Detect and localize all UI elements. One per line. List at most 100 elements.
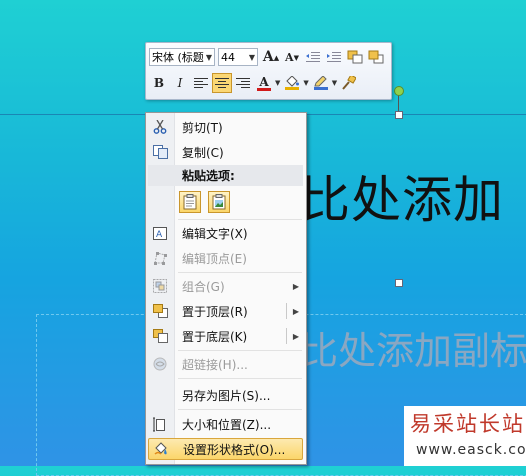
align-left-button[interactable] <box>191 73 211 93</box>
align-right-icon <box>236 78 250 88</box>
chevron-right-icon[interactable]: ▶ <box>293 307 299 316</box>
chevron-down-icon: ▼ <box>205 52 212 62</box>
menu-item-format-shape[interactable]: 设置形状格式(O)... <box>148 438 303 460</box>
chevron-right-icon[interactable]: ▶ <box>293 332 299 341</box>
rotation-handle[interactable] <box>394 86 404 96</box>
menu-item-label: 设置形状格式(O)... <box>183 442 286 457</box>
chevron-right-icon: ▶ <box>292 281 299 291</box>
menu-item-label: 编辑文字(X) <box>182 226 248 241</box>
format-shape-icon <box>149 439 173 459</box>
resize-handle-bottom[interactable] <box>395 279 403 287</box>
title-placeholder-text[interactable]: 比处添加 <box>300 160 504 232</box>
bring-forward-button[interactable] <box>345 47 365 67</box>
align-center-button[interactable] <box>212 73 232 93</box>
increase-indent-button[interactable] <box>324 47 344 67</box>
menu-separator <box>178 350 302 351</box>
watermark: 易采站长站 www.easck.com <box>404 406 526 466</box>
send-backward-icon <box>368 50 384 64</box>
menu-separator <box>178 378 302 379</box>
fill-color-swatch <box>285 87 300 90</box>
font-size-value: 44 <box>221 50 235 64</box>
mini-toolbar-row-1: 宋体 (标题 ▼ 44 ▼ A ▲ A ▼ <box>149 46 387 68</box>
paste-as-picture-icon <box>212 194 226 210</box>
font-color-icon: A <box>259 74 269 89</box>
align-left-icon <box>194 78 208 88</box>
menu-item-copy[interactable]: 复制(C) <box>148 141 303 163</box>
format-painter-icon <box>342 76 357 90</box>
menu-item-hyperlink[interactable]: 超链接(H)... <box>148 353 303 375</box>
paste-keep-source-icon <box>183 194 197 210</box>
shrink-font-button[interactable]: A ▼ <box>282 47 302 67</box>
split-separator <box>286 303 287 319</box>
shrink-font-icon: A <box>285 50 294 64</box>
menu-item-label: 复制(C) <box>182 145 224 160</box>
menu-separator <box>178 219 302 220</box>
edit-text-icon: A <box>148 223 172 243</box>
font-color-button[interactable]: A <box>254 73 274 93</box>
copy-icon <box>148 142 172 162</box>
menu-item-label: 剪切(T) <box>182 120 223 135</box>
format-painter-button[interactable] <box>339 73 359 93</box>
bold-icon: B <box>153 76 165 90</box>
paste-options-header-label: 粘贴选项: <box>182 169 235 183</box>
group-icon <box>148 276 172 296</box>
subtitle-placeholder-text[interactable]: 比处添加副标 <box>300 320 526 375</box>
menu-item-bring-to-front[interactable]: 置于顶层(R) ▶ <box>148 300 303 322</box>
chevron-down-icon[interactable]: ▼ <box>303 79 308 87</box>
line-color-swatch <box>313 87 328 90</box>
align-center-icon <box>215 78 229 88</box>
menu-item-label: 大小和位置(Z)... <box>182 417 272 432</box>
menu-separator <box>178 272 302 273</box>
menu-separator <box>178 409 302 410</box>
size-position-icon <box>148 414 172 434</box>
mini-toolbar-row-2: B I A ▼ ▼ ▼ <box>149 72 360 94</box>
italic-icon: I <box>177 76 183 90</box>
grow-font-icon: A <box>262 49 274 65</box>
italic-button[interactable]: I <box>170 73 190 93</box>
watermark-logo: 易采站长站 <box>410 412 525 436</box>
grow-font-button[interactable]: A ▲ <box>261 47 281 67</box>
context-menu: 剪切(T) 复制(C) 粘贴选项: A 编辑文字(X) 编辑顶点(E) 组合(G… <box>145 112 307 465</box>
font-name-combo[interactable]: 宋体 (标题 ▼ <box>149 48 215 66</box>
shape-outline-button[interactable] <box>311 73 331 93</box>
menu-item-edit-points[interactable]: 编辑顶点(E) <box>148 247 303 269</box>
align-right-button[interactable] <box>233 73 253 93</box>
chevron-down-icon[interactable]: ▼ <box>332 79 337 87</box>
decrease-indent-button[interactable] <box>303 47 323 67</box>
menu-item-label: 另存为图片(S)... <box>182 388 271 403</box>
menu-item-send-to-back[interactable]: 置于底层(K) ▶ <box>148 325 303 347</box>
svg-text:A: A <box>156 230 163 240</box>
paste-keep-source-button[interactable] <box>179 191 201 213</box>
font-name-value: 宋体 (标题 <box>152 51 204 64</box>
menu-item-label: 置于顶层(R) <box>182 304 248 319</box>
menu-item-label: 组合(G) <box>182 279 225 294</box>
mini-toolbar: 宋体 (标题 ▼ 44 ▼ A ▲ A ▼ B I A ▼ ▼ ▼ <box>145 42 392 100</box>
bold-button[interactable]: B <box>149 73 169 93</box>
menu-item-save-as-picture[interactable]: 另存为图片(S)... <box>148 384 303 406</box>
shape-fill-button[interactable] <box>282 73 302 93</box>
decrease-indent-icon <box>306 52 320 62</box>
menu-item-cut[interactable]: 剪切(T) <box>148 116 303 138</box>
menu-item-size-and-position[interactable]: 大小和位置(Z)... <box>148 413 303 435</box>
send-back-icon <box>148 326 172 346</box>
edit-points-icon <box>148 248 172 268</box>
split-separator <box>286 328 287 344</box>
font-size-combo[interactable]: 44 ▼ <box>218 48 258 66</box>
paint-bucket-icon <box>286 76 300 87</box>
font-color-swatch <box>257 87 271 91</box>
menu-item-edit-text[interactable]: A 编辑文字(X) <box>148 222 303 244</box>
resize-handle-top[interactable] <box>395 111 403 119</box>
menu-item-label: 编辑顶点(E) <box>182 251 247 266</box>
send-backward-button[interactable] <box>366 47 386 67</box>
increase-indent-icon <box>327 52 341 62</box>
paste-as-picture-button[interactable] <box>208 191 230 213</box>
scissors-icon <box>148 117 172 137</box>
hyperlink-icon <box>148 354 172 374</box>
chevron-down-icon: ▼ <box>248 52 255 62</box>
bring-front-icon <box>148 301 172 321</box>
watermark-url: www.easck.com <box>416 442 526 458</box>
paste-options-header: 粘贴选项: <box>148 165 303 186</box>
menu-item-group[interactable]: 组合(G) ▶ <box>148 275 303 297</box>
chevron-down-icon[interactable]: ▼ <box>275 79 280 87</box>
pencil-icon <box>314 76 327 87</box>
